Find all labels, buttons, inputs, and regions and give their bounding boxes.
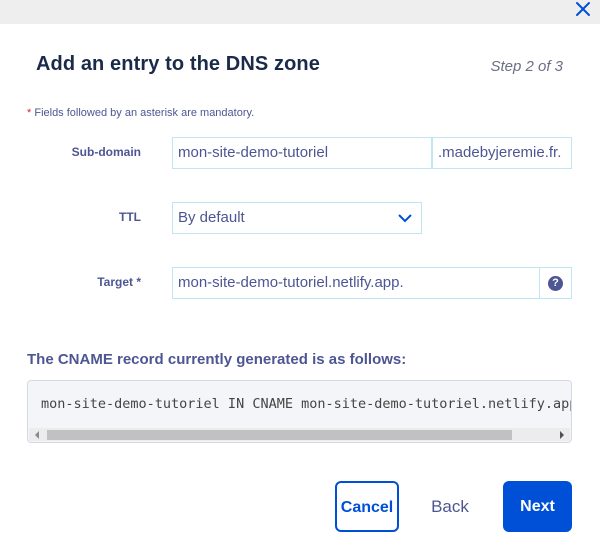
dialog-top-bar: [0, 0, 600, 24]
cancel-button[interactable]: Cancel: [335, 481, 399, 532]
record-text: mon-site-demo-tutoriel IN CNAME mon-site…: [41, 396, 572, 412]
next-button[interactable]: Next: [503, 481, 572, 532]
target-input[interactable]: mon-site-demo-tutoriel.netlify.app.: [172, 267, 540, 299]
record-preview: mon-site-demo-tutoriel IN CNAME mon-site…: [27, 380, 572, 443]
record-heading: The CNAME record currently generated is …: [27, 351, 407, 368]
asterisk: *: [27, 107, 32, 119]
horizontal-scrollbar[interactable]: [29, 428, 570, 441]
target-help-button[interactable]: ?: [539, 267, 572, 299]
subdomain-suffix: .madebyjeremie.fr.: [432, 137, 572, 169]
subdomain-label: Sub-domain: [71, 145, 141, 159]
mandatory-note-text: Fields followed by an asterisk are manda…: [34, 107, 255, 119]
back-button[interactable]: Back: [420, 481, 480, 532]
mandatory-note: * Fields followed by an asterisk are man…: [27, 107, 254, 119]
scroll-right-arrow-icon[interactable]: [560, 431, 564, 439]
ttl-selected-value: By default: [178, 209, 245, 226]
chevron-down-icon: [398, 214, 412, 223]
close-icon[interactable]: [574, 0, 592, 20]
dialog-title: Add an entry to the DNS zone: [36, 53, 320, 75]
scrollbar-thumb[interactable]: [47, 430, 512, 440]
ttl-select[interactable]: By default: [172, 202, 422, 234]
subdomain-input[interactable]: mon-site-demo-tutoriel: [172, 137, 432, 169]
help-icon: ?: [548, 275, 563, 291]
step-indicator: Step 2 of 3: [490, 58, 563, 75]
ttl-label: TTL: [119, 210, 141, 224]
scroll-left-arrow-icon[interactable]: [35, 431, 39, 439]
target-label: Target *: [97, 275, 141, 289]
